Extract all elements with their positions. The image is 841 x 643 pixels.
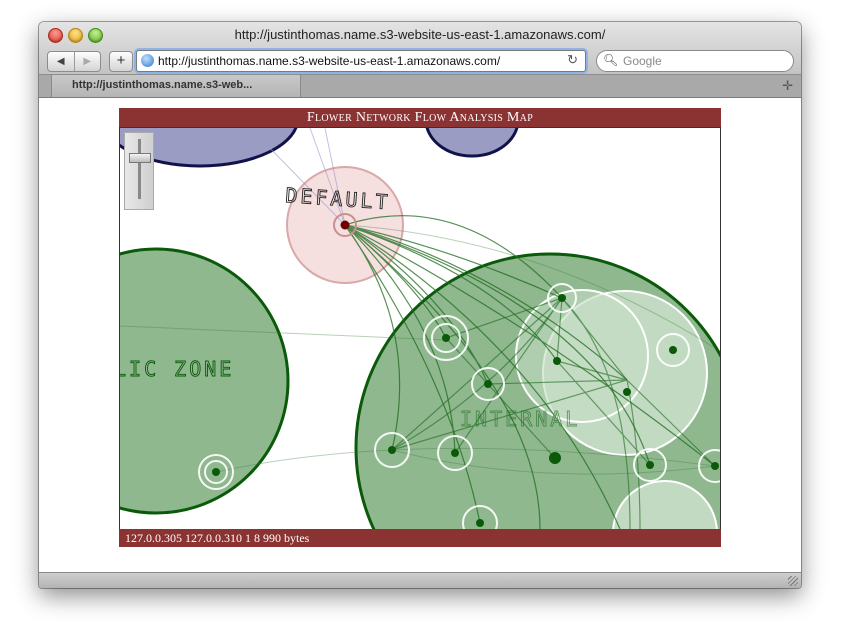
zone-blue-right[interactable]: [425, 128, 519, 158]
host-node[interactable]: [442, 334, 450, 342]
status-bar: [39, 572, 801, 588]
forward-button[interactable]: ▶: [75, 52, 101, 71]
host-node[interactable]: [669, 346, 677, 354]
page-content: Flower Network Flow Analysis Map DEFAULT…: [39, 98, 801, 572]
host-node[interactable]: [484, 380, 492, 388]
host-node[interactable]: [711, 462, 719, 470]
zone-lic[interactable]: [120, 247, 290, 515]
zoom-handle[interactable]: [129, 153, 151, 163]
new-tab-icon[interactable]: ✛: [782, 78, 793, 94]
host-node[interactable]: [553, 357, 561, 365]
applet-status: 127.0.0.305 127.0.0.310 1 8 990 bytes: [119, 529, 721, 547]
flow-map-applet: Flower Network Flow Analysis Map DEFAULT…: [119, 108, 721, 547]
add-bookmark-button[interactable]: +: [109, 51, 133, 72]
host-node[interactable]: [476, 519, 484, 527]
host-node[interactable]: [646, 461, 654, 469]
window-title: http://justinthomas.name.s3-website-us-e…: [234, 27, 606, 42]
address-bar[interactable]: http://justinthomas.name.s3-website-us-e…: [136, 50, 586, 72]
toolbar: http://justinthomas.name.s3-website-us-e…: [39, 22, 801, 75]
flow-map-svg[interactable]: DEFAULT LIC ZONE INTERNAL: [120, 128, 720, 529]
flow-map-canvas[interactable]: DEFAULT LIC ZONE INTERNAL: [119, 127, 721, 530]
host-node[interactable]: [558, 294, 566, 302]
host-node[interactable]: [549, 452, 561, 464]
tab-bar: http://justinthomas.name.s3-web... ✛: [39, 75, 801, 98]
search-icon: 🔍︎: [603, 53, 619, 67]
resize-grip-icon[interactable]: [788, 576, 798, 586]
reload-icon[interactable]: ↻: [567, 52, 578, 68]
default-node[interactable]: [340, 220, 350, 230]
globe-icon: [141, 54, 154, 67]
search-placeholder[interactable]: Google: [623, 54, 662, 68]
search-field[interactable]: 🔍︎ Google: [596, 50, 794, 72]
host-node[interactable]: [388, 446, 396, 454]
zone-label-internal: INTERNAL: [460, 407, 580, 431]
zoom-slider[interactable]: [124, 132, 154, 210]
applet-title: Flower Network Flow Analysis Map: [119, 108, 721, 127]
host-node[interactable]: [623, 388, 631, 396]
host-node[interactable]: [212, 468, 220, 476]
host-node[interactable]: [451, 449, 459, 457]
browser-window: http://justinthomas.name.s3-website-us-e…: [39, 22, 801, 588]
tab-current[interactable]: http://justinthomas.name.s3-web...: [51, 75, 301, 97]
tab-label: http://justinthomas.name.s3-web...: [72, 79, 253, 91]
zone-label-lic: LIC ZONE: [120, 357, 234, 381]
url-text[interactable]: http://justinthomas.name.s3-website-us-e…: [158, 54, 500, 68]
zoom-track: [138, 139, 141, 199]
nav-buttons: ◀ ▶: [47, 51, 101, 72]
back-button[interactable]: ◀: [48, 52, 75, 71]
